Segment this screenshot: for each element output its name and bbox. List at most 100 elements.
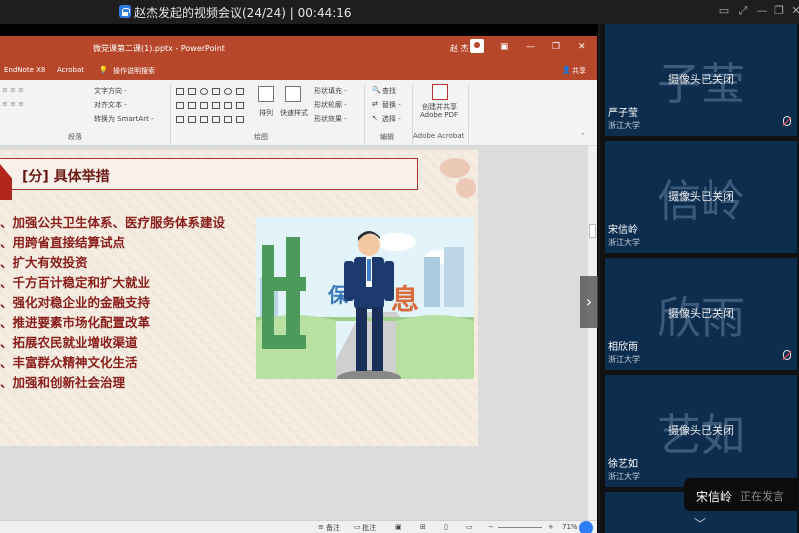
scrollbar-thumb[interactable]: [589, 224, 596, 238]
shape-triangle-icon[interactable]: [176, 102, 184, 109]
text-direction-button[interactable]: 文字方向 -: [94, 86, 127, 96]
shape-rect-icon[interactable]: [224, 102, 232, 109]
pdf-icon[interactable]: [432, 84, 448, 100]
participant-org: 浙江大学: [608, 355, 640, 364]
close-icon[interactable]: ✕: [578, 42, 586, 52]
shape-rect-icon[interactable]: [224, 116, 232, 123]
shape-rect-icon[interactable]: [236, 116, 244, 123]
slide-sorter-icon[interactable]: ⊞: [420, 523, 426, 531]
speaking-indicator: 宋信岭 正在发言: [684, 478, 798, 511]
tell-me-search[interactable]: 操作说明搜索: [113, 66, 155, 76]
share-button[interactable]: 共享: [572, 66, 586, 76]
user-avatar-icon[interactable]: [470, 39, 484, 53]
minimize-icon[interactable]: —: [755, 4, 769, 18]
shape-star-icon[interactable]: [176, 116, 184, 123]
close-icon[interactable]: ✕: [789, 4, 799, 18]
notes-button[interactable]: 备注: [326, 523, 340, 533]
speaker-name: 宋信岭: [696, 490, 733, 504]
meeting-title-row: 赵杰发起的视频会议(24/24) | 00:44:16: [118, 4, 352, 21]
shape-rect-icon[interactable]: [176, 88, 184, 95]
shape-circle-icon[interactable]: [224, 88, 232, 95]
list-item: 、千方百计稳定和扩大就业: [0, 275, 151, 290]
chevron-down-icon[interactable]: ﹀: [694, 515, 706, 532]
notes-icon[interactable]: ≡: [318, 523, 324, 531]
shape-rect-icon[interactable]: [212, 102, 220, 109]
participant-tile[interactable]: 子莹 摄像头已关闭 严子莹 浙江大学: [605, 24, 797, 136]
justify-icon[interactable]: ≡ ≡ ≡: [2, 100, 24, 108]
chevron-right-icon[interactable]: ›: [580, 276, 598, 328]
shape-rect-icon[interactable]: [212, 116, 220, 123]
reading-view-icon[interactable]: ▯: [444, 523, 448, 531]
user-name: 赵 杰: [450, 44, 469, 53]
smartart-button[interactable]: 转换为 SmartArt -: [94, 114, 154, 124]
find-icon[interactable]: 🔍: [372, 86, 381, 94]
shape-effects-button[interactable]: 形状效果 -: [314, 114, 347, 124]
quick-styles-icon[interactable]: [285, 86, 301, 102]
ribbon-separator: [468, 84, 469, 144]
participant-tile[interactable]: 艺如 摄像头已关闭 徐艺如 浙江大学: [605, 375, 797, 487]
shape-rect-icon[interactable]: [236, 102, 244, 109]
zoom-out-icon[interactable]: −: [488, 523, 494, 531]
slideshow-icon[interactable]: ▭: [466, 523, 473, 531]
ribbon-separator: [364, 84, 365, 144]
shape-rect-icon[interactable]: [188, 102, 196, 109]
shape-outline-button[interactable]: 形状轮廓 -: [314, 100, 347, 110]
tab-endnote[interactable]: EndNote X8: [4, 66, 45, 74]
shape-fill-button[interactable]: 形状填充 -: [314, 86, 347, 96]
align-text-button[interactable]: 对齐文本 -: [94, 100, 127, 110]
mic-muted-icon: [783, 350, 791, 360]
meeting-top-bar: 赵杰发起的视频会议(24/24) | 00:44:16 ▭ ⤢ — ❐ ✕: [0, 0, 799, 24]
shape-brace-icon[interactable]: [188, 116, 196, 123]
replace-button[interactable]: 替换 -: [382, 100, 401, 110]
quick-styles-button[interactable]: 快速样式: [280, 108, 308, 118]
ribbon-display-icon[interactable]: ▣: [500, 42, 509, 52]
decoration-leaf: [440, 158, 470, 178]
participant-name: 严子莹: [608, 108, 638, 119]
shape-rect-icon[interactable]: [188, 88, 196, 95]
share-icon[interactable]: 👤: [562, 66, 571, 74]
participant-tile[interactable]: 欣雨 摄像头已关闭 相欣雨 浙江大学: [605, 258, 797, 370]
comments-button[interactable]: 批注: [362, 523, 376, 533]
adobe-pdf-label[interactable]: Adobe PDF: [420, 111, 458, 119]
zoom-level[interactable]: 71%: [562, 523, 578, 531]
slide: [分] 具体举措 、加强公共卫生体系、医疗服务体系建设 、用跨省直接结算试点 、…: [0, 150, 478, 446]
tab-acrobat[interactable]: Acrobat: [57, 66, 84, 74]
comments-icon[interactable]: ▭: [354, 523, 361, 531]
shape-arrow-icon[interactable]: [200, 102, 208, 109]
shape-brace-icon[interactable]: [200, 116, 208, 123]
chat-icon[interactable]: [579, 521, 593, 533]
replace-icon[interactable]: ⇄: [372, 100, 378, 108]
window-layout-icon[interactable]: ▭: [717, 4, 731, 18]
restore-icon[interactable]: ❐: [772, 4, 786, 18]
powerpoint-title-bar: 微党课第二课(1).pptx - PowerPoint 赵 杰 ▣ — ❐ ✕: [0, 36, 597, 60]
shape-line-icon[interactable]: [212, 88, 220, 95]
align-icon[interactable]: ≡ ≡ ≡: [2, 86, 24, 94]
participant-org: 浙江大学: [608, 238, 640, 247]
decoration-leaf: [456, 178, 476, 198]
list-item: 、推进要素市场化配置改革: [0, 315, 151, 330]
shape-rect-icon[interactable]: [236, 88, 244, 95]
zoom-slider[interactable]: [498, 527, 542, 528]
participant-tile[interactable]: 信岭 摄像头已关闭 宋信岭 浙江大学: [605, 141, 797, 253]
normal-view-icon[interactable]: ▣: [395, 523, 402, 531]
participant-name: 宋信岭: [608, 225, 638, 236]
shape-oval-icon[interactable]: [200, 88, 208, 95]
collapse-ribbon-icon[interactable]: ⌃: [580, 132, 586, 140]
select-icon[interactable]: ↖: [372, 114, 378, 122]
participant-org: 浙江大学: [608, 121, 640, 130]
zoom-in-icon[interactable]: +: [548, 523, 554, 531]
find-button[interactable]: 查找: [382, 86, 396, 96]
fullscreen-icon[interactable]: ⤢: [736, 4, 750, 18]
vertical-scrollbar[interactable]: [588, 146, 597, 520]
group-paragraph: 段落: [68, 133, 82, 141]
select-button[interactable]: 选择 -: [382, 114, 401, 124]
arrange-icon[interactable]: [258, 86, 274, 102]
ribbon-tabs: EndNote X8 Acrobat 💡 操作说明搜索 👤 共享: [0, 60, 597, 80]
list-item: 、强化对稳企业的金融支持: [0, 295, 151, 310]
participant-org: 浙江大学: [608, 472, 640, 481]
list-item: 、扩大有效投资: [0, 255, 88, 270]
arrange-button[interactable]: 排列: [259, 108, 273, 118]
restore-icon[interactable]: ❐: [552, 42, 560, 52]
powerpoint-window: 微党课第二课(1).pptx - PowerPoint 赵 杰 ▣ — ❐ ✕ …: [0, 36, 597, 533]
minimize-icon[interactable]: —: [526, 42, 535, 52]
